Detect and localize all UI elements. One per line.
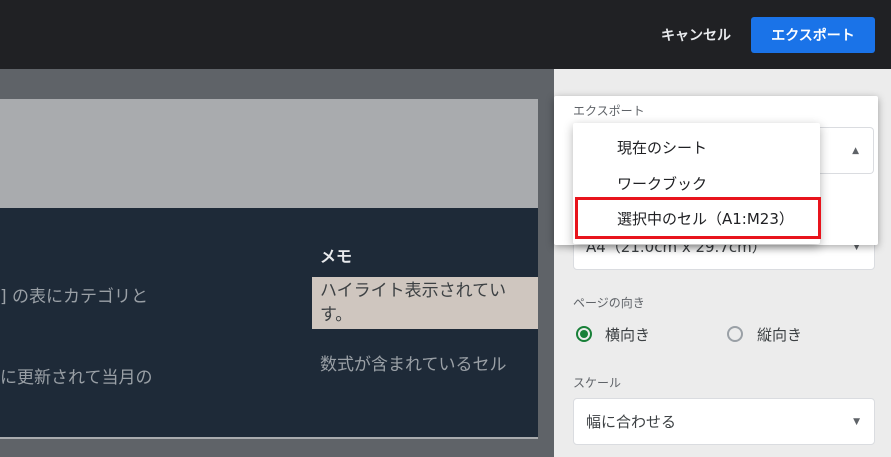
scale-label: スケール: [573, 376, 622, 390]
cell-left-row1: ] の表にカテゴリと: [0, 287, 149, 307]
export-button[interactable]: エクスポート: [751, 17, 875, 53]
scale-select[interactable]: 幅に合わせる ▼: [573, 398, 875, 445]
menu-item-workbook[interactable]: ワークブック: [573, 165, 820, 201]
export-label: エクスポート: [573, 104, 645, 118]
chevron-up-icon: ▲: [852, 145, 859, 156]
orientation-label: ページの向き: [573, 296, 645, 310]
export-menu: 現在のシート ワークブック 選択中のセル（A1:M23）: [573, 123, 821, 244]
cancel-button[interactable]: キャンセル: [649, 17, 743, 53]
top-bar: キャンセル エクスポート: [0, 0, 891, 69]
chevron-down-icon: ▼: [853, 416, 860, 427]
landscape-radio[interactable]: [576, 326, 592, 342]
menu-item-selected-cells[interactable]: 選択中のセル（A1:M23）: [575, 197, 821, 239]
cell-left-row2: に更新されて当月の: [0, 368, 153, 388]
sheet-table: メモ ] の表にカテゴリと ハイライト表示されてい す。 に更新されて当月の 数…: [0, 208, 538, 437]
landscape-label: 横向き: [605, 326, 651, 344]
cell-memo-row1: ハイライト表示されてい す。: [312, 277, 538, 329]
portrait-radio[interactable]: [727, 326, 743, 342]
menu-item-current-sheet[interactable]: 現在のシート: [573, 129, 820, 165]
portrait-label: 縦向き: [757, 326, 803, 344]
column-header-memo: メモ: [320, 247, 353, 266]
cell-memo-row2: 数式が含まれているセル: [320, 355, 507, 375]
export-select[interactable]: ▲: [818, 127, 874, 174]
scale-value: 幅に合わせる: [586, 413, 677, 431]
